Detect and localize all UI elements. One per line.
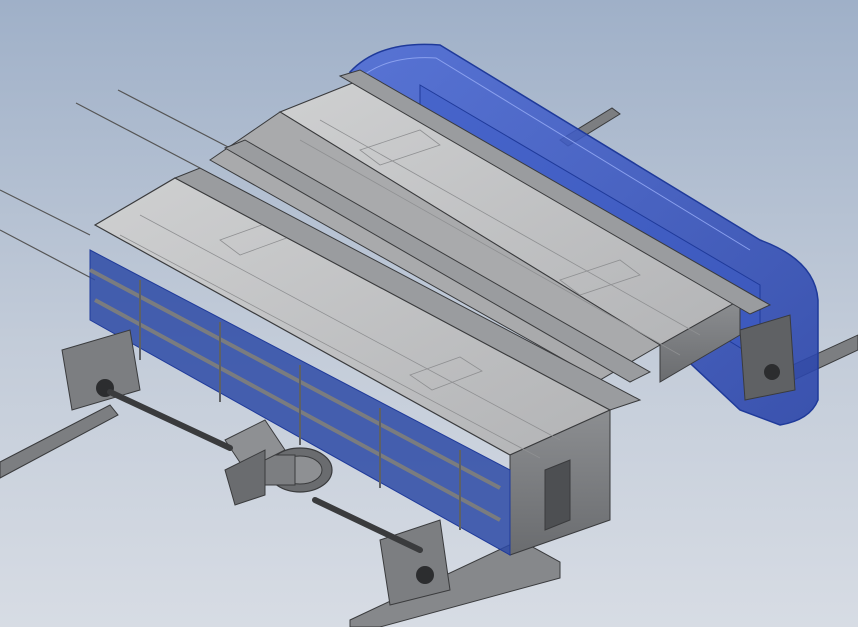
cad-assembly-render — [0, 43, 858, 627]
cad-viewport[interactable] — [0, 0, 858, 627]
